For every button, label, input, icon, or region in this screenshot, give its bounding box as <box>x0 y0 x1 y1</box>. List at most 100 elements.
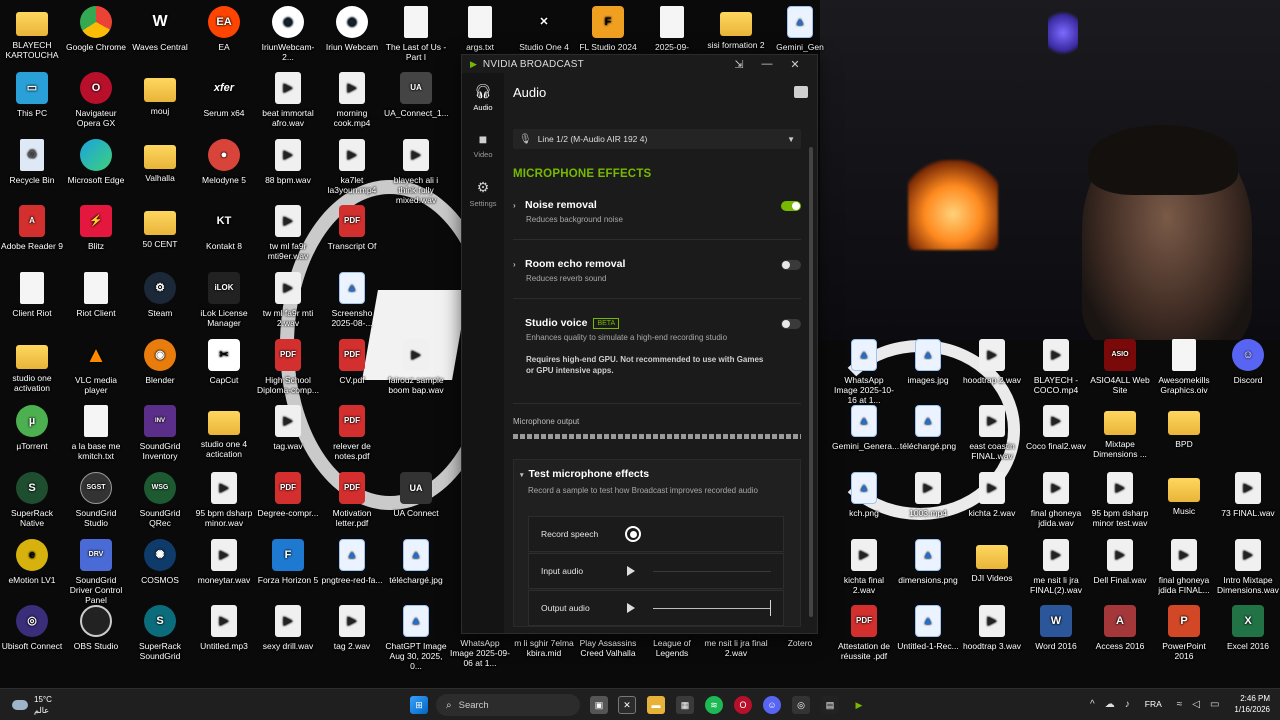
desktop-icon[interactable]: ▶ hoodtrap 3.wav <box>960 605 1024 651</box>
input-audio-track[interactable] <box>653 571 771 572</box>
desktop-icon[interactable]: ▲ Untitled-1-Rec... <box>896 605 960 651</box>
desktop-icon[interactable]: ◉ IriunWebcam-2... <box>256 6 320 62</box>
desktop-icon[interactable]: ◉ Iriun Webcam <box>320 6 384 52</box>
desktop-icon[interactable]: X Excel 2016 <box>1216 605 1280 651</box>
desktop-icon[interactable]: ▲ ChatGPT Image Aug 30, 2025, 0... <box>384 605 448 671</box>
test-panel-title[interactable]: ▾ Test microphone effects <box>520 468 649 480</box>
file-explorer-icon[interactable]: ▬ <box>647 696 665 714</box>
room-echo-toggle[interactable] <box>781 260 801 270</box>
desktop-icon[interactable]: UA UA_Connect_1... <box>384 72 449 118</box>
output-audio-track[interactable] <box>653 608 771 609</box>
desktop-icon[interactable]: Mixtape Dimensions ... <box>1088 405 1152 459</box>
desktop-icon[interactable]: Client Riot <box>0 272 64 318</box>
chevron-up-icon[interactable]: ^ <box>1090 699 1095 710</box>
desktop-icon[interactable]: W Word 2016 <box>1024 605 1088 651</box>
desktop-icon[interactable]: ▶ 73 FINAL.wav <box>1216 472 1280 518</box>
desktop-icon[interactable]: F FL Studio 2024 <box>576 6 640 52</box>
cloud-sync-icon[interactable]: ☁ <box>1105 699 1115 710</box>
desktop-icon[interactable]: OBS Studio <box>64 605 128 651</box>
desktop-icon[interactable]: ▶ me nsit li jra FINAL(2).wav <box>1024 539 1088 595</box>
desktop-icon[interactable]: ◉ Blender <box>128 339 192 385</box>
desktop-icon[interactable]: ▲ téléchargé.png <box>896 405 960 451</box>
desktop-icon[interactable]: S SuperRack Native <box>0 472 64 528</box>
studio-voice-toggle[interactable] <box>781 319 801 329</box>
volume-icon[interactable]: ◁ <box>1192 699 1200 710</box>
desktop-icon[interactable]: ▶ tw ml fa9r mti 2.wav <box>256 272 320 328</box>
desktop-icon[interactable]: DJI Videos <box>960 539 1024 583</box>
weather-widget[interactable]: 15°C عالم <box>12 694 52 716</box>
desktop-icon[interactable]: ▭ This PC <box>0 72 64 118</box>
desktop-icon[interactable]: ▶ fairouz sample boom bap.wav <box>384 339 448 395</box>
window-titlebar[interactable]: ▶ NVIDIA BROADCAST ⇲ — ✕ <box>462 55 817 73</box>
desktop-icon[interactable]: ▶ tag 2.wav <box>320 605 384 651</box>
desktop-icon[interactable]: KT Kontakt 8 <box>192 205 256 252</box>
desktop-icon[interactable]: ▲ téléchargé.jpg <box>384 539 448 585</box>
desktop-icon[interactable]: Google Chrome <box>64 6 128 52</box>
desktop-icon[interactable]: P PowerPoint 2016 <box>1152 605 1216 661</box>
desktop-icon[interactable]: UA UA Connect <box>384 472 448 518</box>
desktop-icon[interactable]: PDF Degree-compr... <box>256 472 320 518</box>
battery-icon[interactable]: ▭ <box>1210 699 1219 710</box>
task-view-icon[interactable]: ▣ <box>590 696 608 714</box>
desktop-icon[interactable]: EA EA <box>192 6 256 52</box>
desktop-icon[interactable]: ▶ morning cook.mp4 <box>320 72 384 128</box>
desktop-icon[interactable]: sisi formation 2 <box>704 6 768 50</box>
desktop-icon[interactable]: S SuperRack SoundGrid <box>128 605 192 661</box>
desktop-icon[interactable]: ▶ tag.wav <box>256 405 320 451</box>
desktop-icon[interactable]: ▶ kichta 2.wav <box>960 472 1024 518</box>
desktop-icon[interactable]: ⚡ Blitz <box>64 205 128 251</box>
desktop-icon[interactable]: PDF Transcript Of <box>320 205 384 251</box>
desktop-icon[interactable]: ☺ Discord <box>1216 339 1280 385</box>
desktop-icon[interactable]: W Waves Central <box>128 6 192 53</box>
desktop-icon[interactable]: ▶ Dell Final.wav <box>1088 539 1152 585</box>
desktop-icon[interactable]: ▶ BLAYECH - COCO.mp4 <box>1024 339 1088 395</box>
desktop-icon[interactable]: The Last of Us - Part I <box>384 6 448 62</box>
desktop-icon[interactable]: m li sghir 7elma kbira.mid <box>512 638 576 658</box>
desktop-icon[interactable]: studio one activation <box>0 339 64 393</box>
desktop-icon[interactable]: ▶ kichta final 2.wav <box>832 539 896 595</box>
opera-gx-taskbar-icon[interactable]: O <box>734 696 752 714</box>
mic-tray-icon[interactable]: ♪ <box>1125 699 1130 710</box>
discord-taskbar-icon[interactable]: ☺ <box>763 696 781 714</box>
desktop-icon[interactable]: e eMotion LV1 <box>0 539 64 585</box>
desktop-icon[interactable]: ▲ kch.png <box>832 472 896 518</box>
desktop-icon[interactable]: F Forza Horizon 5 <box>256 539 320 585</box>
desktop-icon[interactable]: Play Assassins Creed Valhalla <box>576 638 640 658</box>
desktop-icon[interactable]: SGST SoundGrid Studio <box>64 472 128 528</box>
feedback-icon[interactable] <box>794 86 808 98</box>
desktop-icon[interactable]: INV SoundGrid Inventory <box>128 405 192 461</box>
desktop-icon[interactable]: ▲ VLC media player <box>64 339 128 396</box>
desktop-icon[interactable]: Awesomekills Graphics.oiv <box>1152 339 1216 395</box>
play-output-button[interactable] <box>627 603 635 613</box>
desktop-icon[interactable]: ✕ Studio One 4 <box>512 6 576 53</box>
desktop-icon[interactable]: ▶ beat immortal afro.wav <box>256 72 320 128</box>
chrome-taskbar-icon[interactable]: ◎ <box>792 696 810 714</box>
desktop-icon[interactable]: me nsit li jra final 2.wav <box>704 638 768 658</box>
desktop-icon[interactable]: ▶ final ghoneya jdida.wav <box>1024 472 1088 528</box>
device-select[interactable]: 🎙︎ Line 1/2 (M-Audio AIR 192 4) ▼ <box>513 129 801 149</box>
desktop-icon[interactable]: iLOK iLok License Manager <box>192 272 256 328</box>
nvidia-broadcast-taskbar-icon[interactable]: ▶ <box>850 696 868 714</box>
play-input-button[interactable] <box>627 566 635 576</box>
desktop-icon[interactable]: ⚙ Steam <box>128 272 192 318</box>
desktop-icon[interactable]: ▲ Gemini_Gen <box>768 6 832 52</box>
desktop-icon[interactable]: WhatsApp Image 2025-09-06 at 1... <box>448 638 512 668</box>
desktop-icon[interactable]: Valhalla <box>128 139 192 183</box>
spotify-icon[interactable]: ≋ <box>705 696 723 714</box>
scrollbar[interactable] <box>809 147 813 617</box>
desktop-icon[interactable]: PDF High School Diploma-comp... <box>256 339 320 395</box>
expand-icon[interactable]: › <box>513 201 519 210</box>
desktop-icon[interactable]: League of Legends <box>640 638 704 658</box>
desktop-icon[interactable]: PDF Attestation de réussite .pdf <box>832 605 896 661</box>
desktop-icon[interactable]: PDF CV.pdf <box>320 339 384 385</box>
expand-icon[interactable]: › <box>513 260 519 269</box>
desktop-icon[interactable]: ▶ moneytar.wav <box>192 539 256 585</box>
desktop-icon[interactable]: mouj <box>128 72 192 116</box>
desktop-icon[interactable]: ▶ Untitled.mp3 <box>192 605 256 651</box>
desktop-icon[interactable]: ▲ dimensions.png <box>896 539 960 585</box>
desktop-icon[interactable]: ▶ ka7let la3youn.mp4 <box>320 139 384 195</box>
desktop-icon[interactable]: ◎ Ubisoft Connect <box>0 605 64 651</box>
desktop-icon[interactable]: ✂ CapCut <box>192 339 256 385</box>
desktop-icon[interactable]: BLAYECH KARTOUCHA <box>0 6 64 60</box>
desktop-icon[interactable]: studio one 4 actication <box>192 405 256 459</box>
